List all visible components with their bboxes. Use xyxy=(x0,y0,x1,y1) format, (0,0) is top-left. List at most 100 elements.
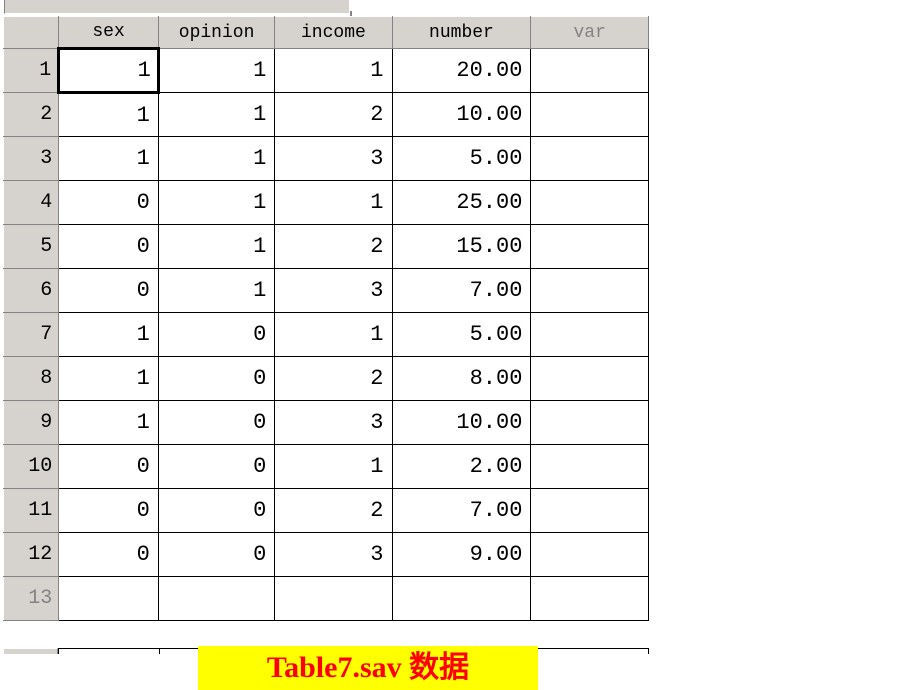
data-cell[interactable]: 2 xyxy=(275,93,392,137)
data-cell[interactable]: 25.00 xyxy=(392,181,531,225)
data-cell[interactable]: 1 xyxy=(59,49,159,93)
data-cell-empty[interactable] xyxy=(531,181,649,225)
column-header-sex[interactable]: sex xyxy=(59,17,159,49)
data-cell-empty[interactable] xyxy=(531,313,649,357)
data-cell[interactable]: 0 xyxy=(158,357,274,401)
data-cell[interactable]: 0 xyxy=(59,445,159,489)
data-cell-empty[interactable] xyxy=(531,401,649,445)
toolbar-fragment xyxy=(4,0,350,14)
data-cell[interactable]: 1 xyxy=(158,49,274,93)
data-cell[interactable]: 1 xyxy=(59,401,159,445)
row-header[interactable]: 8 xyxy=(4,357,59,401)
data-cell[interactable]: 10.00 xyxy=(392,401,531,445)
row-header[interactable]: 1 xyxy=(4,49,59,93)
caption-banner: Table7.sav 数据 xyxy=(198,646,538,690)
row-header[interactable]: 5 xyxy=(4,225,59,269)
table-row: 4 0 1 1 25.00 xyxy=(4,181,649,225)
data-cell-empty[interactable] xyxy=(392,577,531,621)
data-cell[interactable]: 8.00 xyxy=(392,357,531,401)
data-cell[interactable]: 1 xyxy=(59,313,159,357)
column-header-number[interactable]: number xyxy=(392,17,531,49)
data-cell[interactable]: 2 xyxy=(275,225,392,269)
data-cell[interactable]: 20.00 xyxy=(392,49,531,93)
data-cell[interactable]: 1 xyxy=(158,269,274,313)
data-cell[interactable]: 0 xyxy=(59,225,159,269)
data-cell-empty[interactable] xyxy=(531,49,649,93)
header-row: sex opinion income number var xyxy=(4,17,649,49)
data-cell[interactable]: 1 xyxy=(275,445,392,489)
data-cell-empty[interactable] xyxy=(275,577,392,621)
data-cell[interactable]: 3 xyxy=(275,401,392,445)
table-row: 1 1 1 1 20.00 xyxy=(4,49,649,93)
data-cell[interactable]: 3 xyxy=(275,269,392,313)
row-header[interactable]: 3 xyxy=(4,137,59,181)
data-cell[interactable]: 1 xyxy=(158,137,274,181)
row-header[interactable]: 12 xyxy=(4,533,59,577)
data-cell[interactable]: 1 xyxy=(275,49,392,93)
table-row: 6 0 1 3 7.00 xyxy=(4,269,649,313)
row-header[interactable]: 10 xyxy=(4,445,59,489)
data-cell[interactable]: 1 xyxy=(275,313,392,357)
spreadsheet-table: sex opinion income number var 1 1 1 1 20… xyxy=(3,16,649,621)
data-cell[interactable]: 15.00 xyxy=(392,225,531,269)
row-header[interactable]: 7 xyxy=(4,313,59,357)
data-cell[interactable]: 5.00 xyxy=(392,137,531,181)
row-header[interactable]: 6 xyxy=(4,269,59,313)
data-cell-empty[interactable] xyxy=(531,269,649,313)
data-cell-empty[interactable] xyxy=(59,577,159,621)
corner-header[interactable] xyxy=(4,17,59,49)
data-cell-empty[interactable] xyxy=(158,577,274,621)
table-row-empty: 13 xyxy=(4,577,649,621)
partial-cell xyxy=(529,648,649,654)
data-cell[interactable]: 0 xyxy=(59,489,159,533)
data-cell[interactable]: 0 xyxy=(158,533,274,577)
table-row: 10 0 0 1 2.00 xyxy=(4,445,649,489)
data-cell[interactable]: 1 xyxy=(59,137,159,181)
data-cell[interactable]: 1 xyxy=(158,93,274,137)
table-row: 7 1 0 1 5.00 xyxy=(4,313,649,357)
data-cell-empty[interactable] xyxy=(531,533,649,577)
data-cell[interactable]: 0 xyxy=(158,401,274,445)
partial-cell xyxy=(58,648,159,654)
data-cell[interactable]: 0 xyxy=(158,445,274,489)
table-row: 5 0 1 2 15.00 xyxy=(4,225,649,269)
data-cell-empty[interactable] xyxy=(531,357,649,401)
column-header-income[interactable]: income xyxy=(275,17,392,49)
data-cell[interactable]: 1 xyxy=(275,181,392,225)
data-cell-empty[interactable] xyxy=(531,445,649,489)
data-cell[interactable]: 3 xyxy=(275,137,392,181)
data-cell[interactable]: 1 xyxy=(158,181,274,225)
data-cell[interactable]: 1 xyxy=(59,93,159,137)
data-cell[interactable]: 1 xyxy=(158,225,274,269)
data-cell[interactable]: 3 xyxy=(275,533,392,577)
column-header-opinion[interactable]: opinion xyxy=(158,17,274,49)
data-cell[interactable]: 0 xyxy=(59,533,159,577)
data-cell[interactable]: 1 xyxy=(59,357,159,401)
table-row: 8 1 0 2 8.00 xyxy=(4,357,649,401)
row-header[interactable]: 4 xyxy=(4,181,59,225)
data-cell[interactable]: 0 xyxy=(59,181,159,225)
data-cell[interactable]: 9.00 xyxy=(392,533,531,577)
data-cell[interactable]: 0 xyxy=(158,313,274,357)
data-cell-empty[interactable] xyxy=(531,577,649,621)
row-header[interactable]: 11 xyxy=(4,489,59,533)
data-cell-empty[interactable] xyxy=(531,225,649,269)
data-cell[interactable]: 0 xyxy=(59,269,159,313)
data-cell-empty[interactable] xyxy=(531,93,649,137)
data-cell[interactable]: 7.00 xyxy=(392,269,531,313)
data-cell[interactable]: 0 xyxy=(158,489,274,533)
data-cell[interactable]: 10.00 xyxy=(392,93,531,137)
data-cell[interactable]: 2 xyxy=(275,357,392,401)
data-cell[interactable]: 2 xyxy=(275,489,392,533)
data-cell-empty[interactable] xyxy=(531,489,649,533)
table-row: 11 0 0 2 7.00 xyxy=(4,489,649,533)
row-header-disabled[interactable]: 13 xyxy=(4,577,59,621)
data-cell-empty[interactable] xyxy=(531,137,649,181)
data-cell[interactable]: 5.00 xyxy=(392,313,531,357)
row-header[interactable]: 2 xyxy=(4,93,59,137)
column-header-var[interactable]: var xyxy=(531,17,649,49)
data-cell[interactable]: 7.00 xyxy=(392,489,531,533)
row-header[interactable]: 9 xyxy=(4,401,59,445)
data-cell[interactable]: 2.00 xyxy=(392,445,531,489)
data-grid: sex opinion income number var 1 1 1 1 20… xyxy=(3,16,649,621)
